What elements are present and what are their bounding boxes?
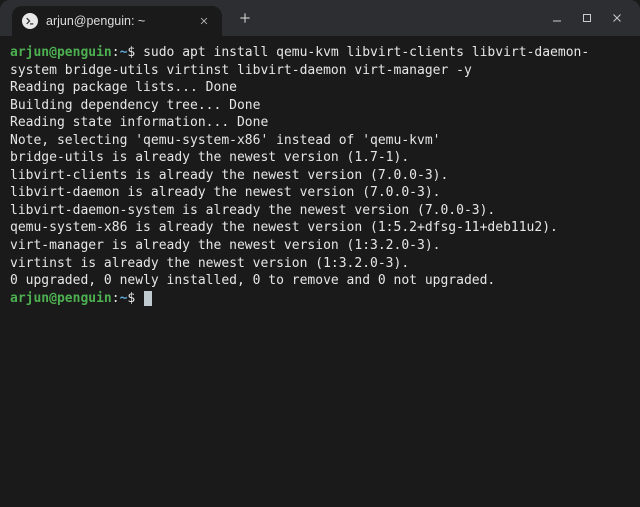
output-line: libvirt-daemon-system is already the new… — [10, 202, 630, 220]
maximize-button[interactable] — [574, 5, 600, 31]
output-line: libvirt-clients is already the newest ve… — [10, 167, 630, 185]
prompt-user-host: arjun@penguin — [10, 291, 112, 306]
output-line: qemu-system-x86 is already the newest ve… — [10, 219, 630, 237]
output-line: libvirt-daemon is already the newest ver… — [10, 184, 630, 202]
terminal-tab[interactable]: arjun@penguin: ~ — [12, 6, 222, 36]
prompt-symbol: $ — [127, 291, 135, 306]
titlebar: arjun@penguin: ~ — [0, 0, 640, 36]
prompt-user-host: arjun@penguin — [10, 45, 112, 60]
terminal-area[interactable]: arjun@penguin:~$ sudo apt install qemu-k… — [0, 36, 640, 315]
tab-title: arjun@penguin: ~ — [46, 14, 188, 28]
prompt-sep: : — [112, 45, 120, 60]
minimize-button[interactable] — [544, 5, 570, 31]
output-line: bridge-utils is already the newest versi… — [10, 149, 630, 167]
prompt-sep: : — [112, 291, 120, 306]
prompt: arjun@penguin:~$ — [10, 45, 135, 60]
new-tab-button[interactable] — [232, 5, 258, 31]
close-window-button[interactable] — [604, 5, 630, 31]
output-line: Reading package lists... Done — [10, 79, 630, 97]
prompt: arjun@penguin:~$ — [10, 291, 135, 306]
output-line: 0 upgraded, 0 newly installed, 0 to remo… — [10, 272, 630, 290]
output-line: Reading state information... Done — [10, 114, 630, 132]
cursor — [144, 291, 152, 306]
terminal-icon — [22, 13, 38, 29]
output-line: Note, selecting 'qemu-system-x86' instea… — [10, 132, 630, 150]
output-line: virtinst is already the newest version (… — [10, 255, 630, 273]
prompt-symbol: $ — [127, 45, 135, 60]
close-tab-button[interactable] — [196, 13, 212, 29]
output-line: Building dependency tree... Done — [10, 97, 630, 115]
output-line: virt-manager is already the newest versi… — [10, 237, 630, 255]
